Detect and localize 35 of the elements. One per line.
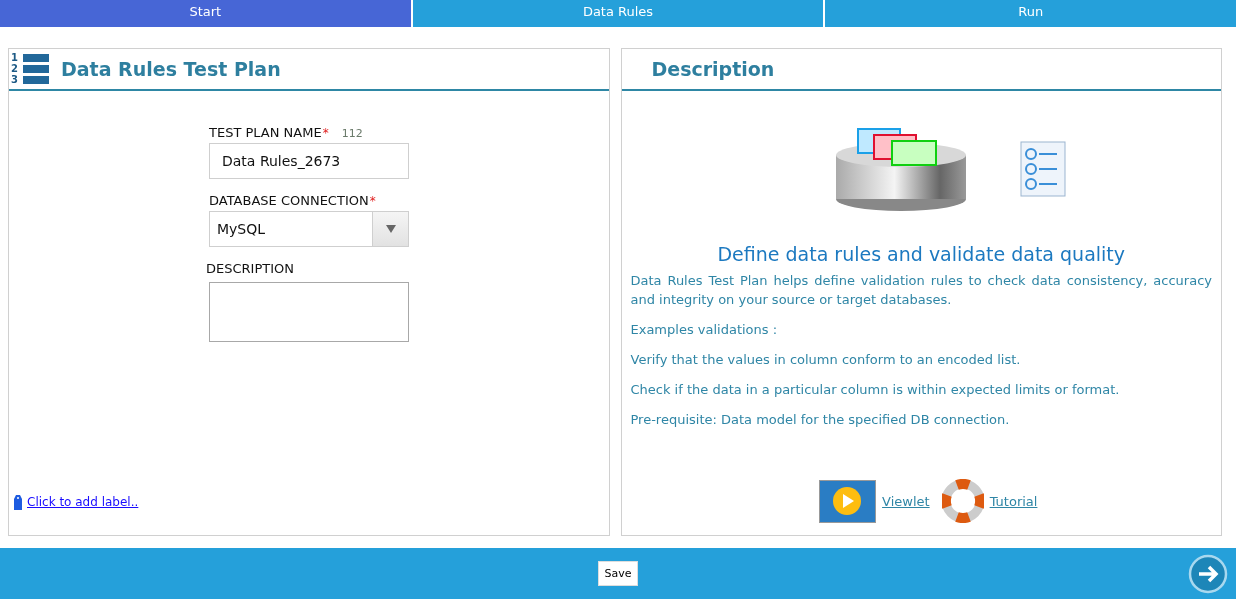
list-bar-icon [23, 65, 49, 73]
description-heading: Define data rules and validate data quality [716, 243, 1127, 265]
description-text: Check if the data in a particular column is within expected limits or format. [630, 381, 1121, 399]
wizard-tab[interactable]: Run [825, 0, 1236, 27]
description-input[interactable] [209, 282, 409, 342]
panel-title: Data Rules Test Plan [61, 58, 281, 80]
description-text: Verify that the values in column conform to an encoded list. [630, 351, 1022, 369]
list-number: 3 [11, 75, 19, 85]
viewlet-link[interactable]: Viewlet [882, 493, 930, 509]
life-ring-icon [941, 479, 984, 523]
character-counter: 112 [341, 127, 363, 140]
dropdown-arrow-icon [385, 225, 396, 233]
description-text: Data Rules Test Plan helps define validation rules to check data consistency, accuracy and integrity on your source or target databases. [630, 272, 1212, 309]
panel-title: Description [650, 58, 775, 80]
list-bar-icon [23, 54, 49, 62]
required-mark: * [369, 194, 376, 208]
wizard-tab[interactable]: Start [0, 0, 411, 27]
add-label-link[interactable]: Click to add label.. [27, 495, 139, 509]
tutorial-link[interactable]: Tutorial [989, 493, 1038, 509]
list-bar-icon [23, 76, 49, 84]
field-label: DATABASE CONNECTION [209, 193, 369, 208]
save-button[interactable]: Save [598, 561, 638, 586]
list-number: 2 [11, 64, 19, 74]
list-number: 1 [11, 53, 19, 63]
database-dropdown[interactable]: MySQL [209, 211, 409, 247]
test-plan-name-input[interactable]: Data Rules_2673 [209, 143, 409, 179]
description-text: Examples validations : [630, 321, 779, 339]
tag-icon [12, 494, 24, 510]
field-label: TEST PLAN NAME [209, 125, 322, 140]
description-text: Pre-requisite: Data model for the specified DB connection. [630, 411, 1011, 429]
field-label: DESCRIPTION [206, 261, 294, 276]
required-mark: * [322, 126, 329, 140]
play-video-icon [819, 479, 877, 523]
wizard-tab[interactable]: Data Rules [412, 0, 824, 27]
checklist-icon [1020, 141, 1067, 197]
